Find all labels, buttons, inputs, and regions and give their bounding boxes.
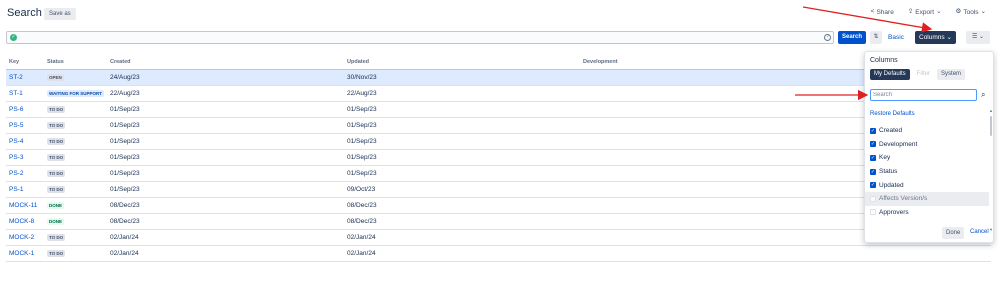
annotation-arrow-columns [802,6,933,33]
annotation-arrows [795,6,933,101]
